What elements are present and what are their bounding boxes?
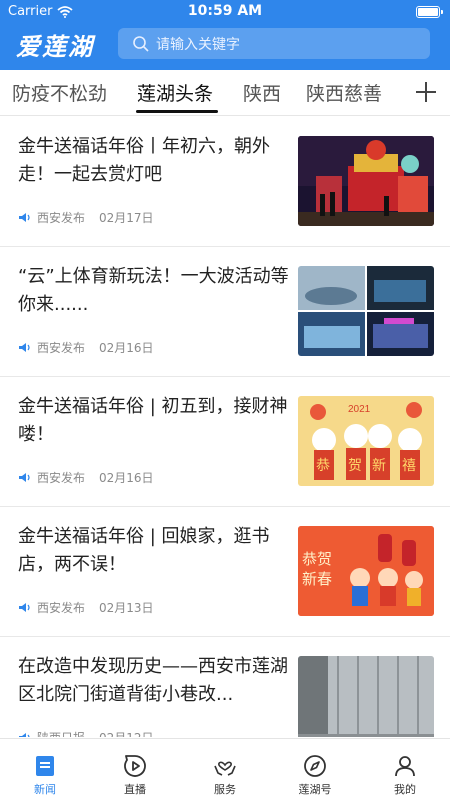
news-thumbnail (298, 656, 434, 737)
news-meta: 西安发布 02月13日 (18, 599, 154, 616)
speaker-icon (19, 603, 30, 612)
service-hands-icon (214, 761, 236, 776)
news-item[interactable]: 金牛送福话年俗 | 回娘家，逛书店，两不误！ 西安发布 02月13日 恭贺 新春 (0, 507, 450, 637)
battery-icon (416, 6, 443, 18)
thumb-char: 新 (372, 458, 386, 474)
search-input[interactable]: 请输入关键字 (118, 28, 430, 59)
nav-lianhuhao[interactable]: 莲湖号 (270, 739, 360, 800)
news-source: 西安发布 (37, 471, 86, 485)
active-tab-indicator (136, 110, 218, 113)
compass-icon (304, 755, 326, 777)
status-time: 10:59 AM (187, 3, 263, 19)
speaker-icon (19, 733, 30, 737)
thumb-char: 禧 (402, 458, 416, 474)
nav-live[interactable]: 直播 (90, 739, 180, 800)
channel-tabs: 防疫不松劲 莲湖头条 陕西 陕西慈善 (0, 70, 450, 116)
speaker-icon (19, 213, 30, 222)
nav-lianhuhao-label: 莲湖号 (298, 783, 332, 796)
thumb-char: 贺 (348, 458, 362, 474)
news-thumbnail (298, 266, 434, 356)
news-source: 西安发布 (37, 601, 86, 615)
news-thumbnail: 2021 恭 贺 新 禧 (298, 396, 434, 486)
news-source: 西安发布 (37, 211, 86, 225)
news-date: 02月13日 (99, 601, 154, 615)
nav-news-label: 新闻 (34, 783, 56, 796)
thumb-char: 新春 (302, 570, 332, 588)
speaker-icon (19, 343, 30, 352)
thumb-char: 恭贺 (302, 550, 332, 568)
nav-news[interactable]: 新闻 (0, 739, 90, 800)
news-thumbnail: 恭贺 新春 (298, 526, 434, 616)
news-item[interactable]: “云”上体育新玩法！一大波活动等你来...... 西安发布 02月16日 (0, 247, 450, 377)
news-meta: 西安发布 02月17日 (18, 209, 154, 226)
news-title: 金牛送福话年俗丨年初六，朝外走！一起去赏灯吧 (18, 136, 270, 185)
news-meta: 西安发布 02月16日 (18, 469, 154, 486)
nav-mine-label: 我的 (394, 783, 416, 796)
news-list: 金牛送福话年俗丨年初六，朝外走！一起去赏灯吧 西安发布 02月17日 “云”上体… (0, 117, 450, 737)
news-thumbnail (298, 136, 434, 226)
user-icon (395, 756, 415, 777)
status-bar: Carrier 10:59 AM (0, 0, 450, 24)
news-date: 02月17日 (99, 211, 154, 225)
news-item[interactable]: 金牛送福话年俗 | 初五到，接财神喽！ 西安发布 02月16日 2021 恭 贺… (0, 377, 450, 507)
thumb-char: 恭 (316, 458, 330, 474)
news-date: 02月12日 (99, 729, 154, 737)
search-placeholder: 请输入关键字 (156, 36, 240, 53)
news-source: 陕西日报 (37, 729, 85, 737)
tab-lianhu-toutiao[interactable]: 莲湖头条 (137, 79, 213, 106)
news-title: 金牛送福话年俗 | 初五到，接财神喽！ (18, 396, 288, 445)
tab-shaanxi-cishan[interactable]: 陕西慈善 (306, 79, 382, 106)
bottom-navigation: 新闻 直播 服务 莲湖号 我的 (0, 738, 450, 800)
news-source: 西安发布 (37, 341, 86, 355)
thumb-year: 2021 (348, 404, 371, 415)
tab-shaanxi[interactable]: 陕西 (243, 79, 281, 106)
search-icon (133, 35, 149, 52)
tabs-fade (380, 70, 410, 114)
speaker-icon (19, 473, 30, 482)
news-meta: 陕西日报 02月12日 (18, 729, 154, 737)
nav-service-label: 服务 (214, 783, 236, 796)
app-logo: 爱莲湖 (16, 32, 94, 61)
news-date: 02月16日 (99, 341, 154, 355)
news-meta: 西安发布 02月16日 (18, 339, 154, 356)
news-title: 金牛送福话年俗 | 回娘家，逛书店，两不误！ (18, 526, 270, 575)
nav-live-label: 直播 (124, 783, 146, 796)
app-header: Carrier 10:59 AM 爱莲湖 请输入关键字 (0, 0, 450, 70)
nav-mine[interactable]: 我的 (360, 739, 450, 800)
news-icon (36, 756, 54, 776)
news-date: 02月16日 (99, 471, 154, 485)
news-title: “云”上体育新玩法！一大波活动等你来...... (18, 266, 289, 315)
tab-fangyi[interactable]: 防疫不松劲 (12, 79, 107, 106)
news-item[interactable]: 在改造中发现历史——西安市莲湖区北院门街道背街小巷改... 陕西日报 02月12… (0, 637, 450, 737)
live-play-icon (124, 755, 146, 777)
nav-service[interactable]: 服务 (180, 739, 270, 800)
add-channel-icon[interactable] (414, 80, 438, 104)
news-title: 在改造中发现历史——西安市莲湖区北院门街道背街小巷改... (18, 656, 288, 705)
news-item[interactable]: 金牛送福话年俗丨年初六，朝外走！一起去赏灯吧 西安发布 02月17日 (0, 117, 450, 247)
